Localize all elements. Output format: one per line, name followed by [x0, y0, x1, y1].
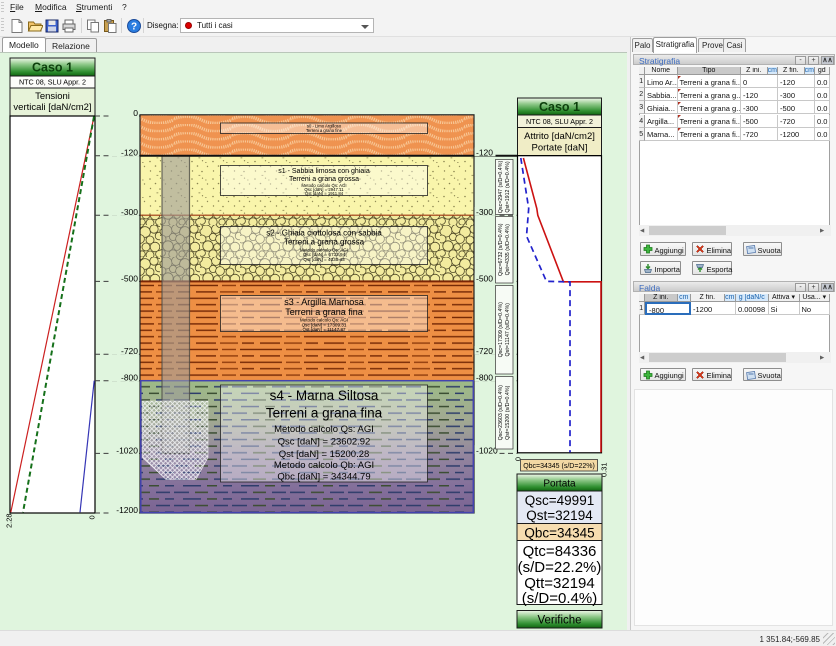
svg-text:Qsc [daN] = 23602.92: Qsc [daN] = 23602.92 [278, 437, 371, 448]
svg-text:s4 - Marna Siltosa: s4 - Marna Siltosa [270, 388, 379, 403]
svg-text:Qst=15200 (s/D=0.4%): Qst=15200 (s/D=0.4%) [505, 385, 511, 439]
svg-text:Qst [daN] = 4335.43: Qst [daN] = 4335.43 [303, 257, 345, 262]
svg-text:Metodo calcolo Qs: AGI: Metodo calcolo Qs: AGI [274, 424, 374, 435]
svg-text:Terreni a grana fina: Terreni a grana fina [266, 406, 383, 421]
svg-text:-500: -500 [121, 273, 138, 283]
svg-text:Qsc=2947 (s/D=0.4%): Qsc=2947 (s/D=0.4%) [498, 161, 504, 214]
svg-text:Caso 1: Caso 1 [539, 100, 580, 114]
svg-text:Portata: Portata [543, 479, 576, 490]
svg-text:Terreni a grana fina: Terreni a grana fina [285, 307, 363, 317]
svg-text:Qst [daN] = 1911.84: Qst [daN] = 1911.84 [305, 191, 344, 196]
svg-text:Terreni a grana fine: Terreni a grana fine [306, 128, 343, 133]
svg-text:Qbc=34345: Qbc=34345 [524, 526, 594, 541]
svg-text:-1200: -1200 [116, 505, 138, 515]
svg-text:Metodo calcolo Qb: AGI: Metodo calcolo Qb: AGI [274, 460, 374, 471]
svg-text:Caso 1: Caso 1 [32, 61, 73, 75]
svg-text:-800: -800 [121, 373, 138, 383]
svg-text:s2 - Ghiaia ciottolosa con sab: s2 - Ghiaia ciottolosa con sabbia [266, 229, 382, 238]
svg-text:Qst=1912 (s/D=0.4%): Qst=1912 (s/D=0.4%) [505, 161, 511, 212]
svg-text:0: 0 [88, 515, 97, 519]
svg-text:-800: -800 [476, 373, 493, 383]
svg-text:-720: -720 [476, 346, 493, 356]
svg-text:s1 - Sabbia limosa con ghiaia: s1 - Sabbia limosa con ghiaia [278, 168, 370, 175]
svg-text:?: ? [130, 22, 136, 33]
svg-text:-300: -300 [476, 207, 493, 217]
svg-text:Qst [daN] = 15200.28: Qst [daN] = 15200.28 [279, 449, 370, 460]
svg-text:-120: -120 [121, 148, 138, 158]
svg-text:Qbc=34345 (s/D=22%): Qbc=34345 (s/D=22%) [523, 463, 595, 470]
svg-text:Qsc=6732 (s/D=0.4%): Qsc=6732 (s/D=0.4%) [498, 223, 504, 276]
svg-text:s3 - Argilla Marnosa: s3 - Argilla Marnosa [284, 297, 364, 307]
svg-text:Qst=4335 (s/D=0.4%): Qst=4335 (s/D=0.4%) [505, 224, 511, 275]
svg-text:Qtc=84336: Qtc=84336 [523, 543, 597, 560]
svg-text:-300: -300 [121, 207, 138, 217]
svg-text:Attrito [daN/cm2]: Attrito [daN/cm2] [524, 131, 595, 142]
svg-text:-720: -720 [121, 346, 138, 356]
svg-text:0: 0 [133, 108, 138, 118]
svg-text:NTC 08, SLU Appr. 2: NTC 08, SLU Appr. 2 [19, 78, 86, 87]
svg-text:-1020: -1020 [476, 445, 498, 455]
svg-text:NTC 08, SLU Appr. 2: NTC 08, SLU Appr. 2 [526, 117, 593, 126]
svg-text:Qst [daN] = 11147.87: Qst [daN] = 11147.87 [302, 327, 346, 332]
svg-text:2.28: 2.28 [5, 513, 14, 528]
svg-text:Portate [daN]: Portate [daN] [532, 143, 588, 154]
svg-text:Qst=32194: Qst=32194 [526, 508, 593, 523]
svg-text:Qsc=23603 (s/D=0.4%): Qsc=23603 (s/D=0.4%) [498, 385, 504, 441]
svg-text:Terreni a grana grossa: Terreni a grana grossa [284, 238, 365, 247]
svg-text:verticali [daN/cm2]: verticali [daN/cm2] [13, 102, 91, 113]
svg-text:-500: -500 [476, 273, 493, 283]
svg-text:(s/D=22.2%): (s/D=22.2%) [518, 559, 602, 576]
svg-text:Qbc [daN] = 34344.79: Qbc [daN] = 34344.79 [277, 472, 370, 483]
svg-text:-120: -120 [476, 148, 493, 158]
svg-text:Qsc=49991: Qsc=49991 [525, 493, 594, 508]
svg-text:(s/D=0.4%): (s/D=0.4%) [522, 590, 597, 607]
svg-text:Qsc=17309 (s/D=0.4%): Qsc=17309 (s/D=0.4%) [498, 302, 504, 358]
svg-text:Tensioni: Tensioni [35, 91, 70, 102]
svg-text:-1020: -1020 [116, 445, 138, 455]
svg-text:Qst=11147 (s/D=0.4%): Qst=11147 (s/D=0.4%) [505, 303, 511, 357]
svg-text:Verifiche: Verifiche [537, 615, 581, 627]
